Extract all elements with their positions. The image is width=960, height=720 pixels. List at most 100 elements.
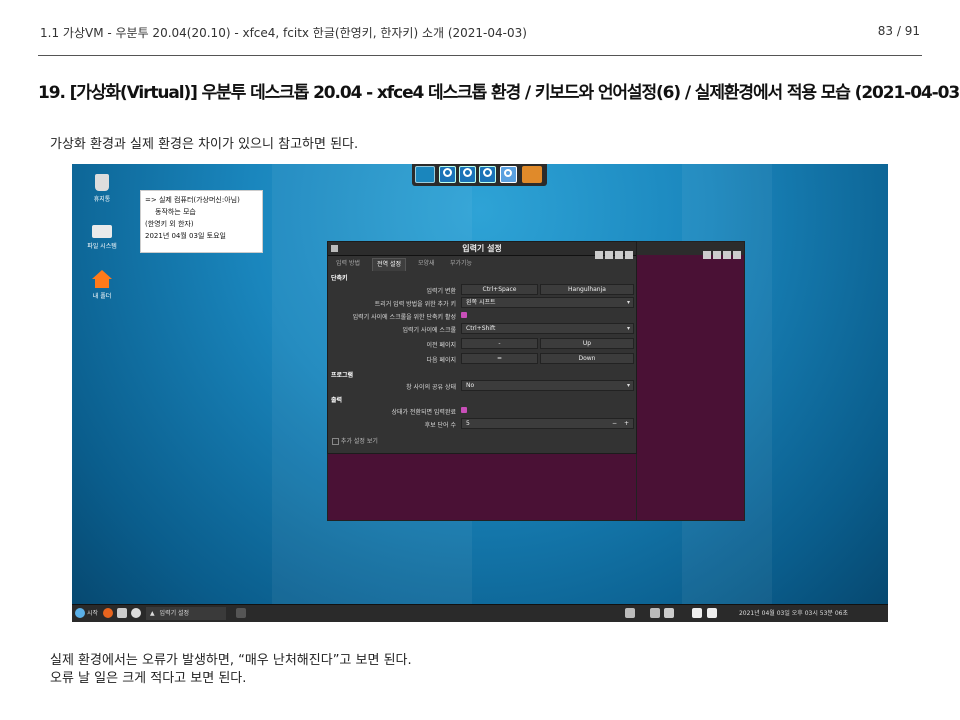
plus-icon[interactable]: + xyxy=(624,419,629,428)
chevron-down-icon: ▾ xyxy=(626,325,630,332)
desktop-icon-home[interactable]: 내 폴더 xyxy=(72,270,132,300)
chevron-down-icon: ▾ xyxy=(626,299,630,306)
tab-global-settings[interactable]: 전역 설정 xyxy=(372,258,406,271)
dialog-title: 입력기 설정 xyxy=(462,244,502,253)
window-button-icon[interactable] xyxy=(703,251,711,259)
close-icon[interactable] xyxy=(733,251,741,259)
outro-text: 실제 환경에서는 오류가 발생하면, “매우 난처해진다”고 보면 된다. 오류… xyxy=(50,652,412,688)
scroll-select[interactable]: Ctrl+Shift ▾ xyxy=(461,323,634,334)
keyboard-icon: ▲ xyxy=(150,610,155,617)
section-output: 출력 xyxy=(331,397,343,404)
desktop-icon[interactable] xyxy=(415,166,435,183)
label-candidates: 후보 단어 수 xyxy=(424,422,456,429)
keyboard-tray-icon[interactable] xyxy=(650,608,660,618)
hotkey-button[interactable]: Hangulhanja xyxy=(540,284,634,295)
window-button-icon[interactable] xyxy=(723,251,731,259)
app-icon[interactable] xyxy=(131,608,141,618)
candidate-count-stepper[interactable]: 5 − + xyxy=(461,418,634,429)
background-window-bottom xyxy=(327,454,637,521)
magnifier-icon xyxy=(504,169,512,177)
taskbar-window-button[interactable]: ▲ 입력기 설정 xyxy=(146,607,226,620)
tab-input-method[interactable]: 입력 방법 xyxy=(332,258,364,270)
label-prev-page: 이전 페이지 xyxy=(426,342,456,349)
checkbox-icon xyxy=(332,438,339,445)
label-enable-scroll: 입력기 사이에 스크롤을 위한 단축키 활성 xyxy=(352,314,456,321)
note-line: 동작하는 모습 xyxy=(155,208,196,216)
select-value: Ctrl+Shift xyxy=(466,325,496,332)
hotkey-button[interactable]: - xyxy=(461,338,538,349)
search-icon[interactable] xyxy=(500,166,517,183)
taskbar: 시작 ▲ 입력기 설정 2021년 04월 03일 오후 03시 53분 06초 xyxy=(72,604,888,622)
select-value: No xyxy=(466,382,475,389)
intro-text: 가상화 환경과 실제 환경은 차이가 있으니 참고하면 된다. xyxy=(50,137,359,152)
desktop-screenshot: 휴지통 파일 시스템 내 폴더 => 실제 컴퓨터(가상머신:아님) 동작하는 … xyxy=(72,164,888,622)
clipboard-icon[interactable] xyxy=(664,608,674,618)
label-trigger: 트리거 입력 방법을 위한 추가 키 xyxy=(374,301,456,308)
note-line: (한영키 외 한자) xyxy=(145,220,194,228)
section-program: 프로그램 xyxy=(331,372,354,379)
top-dock xyxy=(412,164,547,186)
drive-icon xyxy=(92,225,112,238)
enable-scroll-checkbox[interactable] xyxy=(461,312,467,318)
volume-icon[interactable] xyxy=(692,608,702,618)
trigger-select[interactable]: 왼쪽 시프트 ▾ xyxy=(461,297,634,308)
window-button-icon[interactable] xyxy=(713,251,721,259)
gear-icon xyxy=(463,168,472,177)
firefox-icon[interactable] xyxy=(103,608,113,618)
share-state-select[interactable]: No ▾ xyxy=(461,380,634,391)
dialog-titlebar: 입력기 설정 xyxy=(328,242,636,259)
note-line: 2021년 04월 03일 토요일 xyxy=(145,232,226,240)
label-toggle: 입력기 변환 xyxy=(426,288,456,295)
label-share-state: 창 사이의 공유 상태 xyxy=(406,384,456,391)
taskbar-clock: 2021년 04월 03일 오후 03시 53분 06초 xyxy=(738,610,848,617)
gear-icon xyxy=(483,168,492,177)
home-folder-icon xyxy=(92,270,112,279)
label-commit: 상태가 전환되면 입력완료 xyxy=(391,409,456,416)
note-line: => 실제 컴퓨터(가상머신:아님) xyxy=(145,196,240,204)
background-window-titlebar xyxy=(636,242,744,259)
taskbar-window-label: 입력기 설정 xyxy=(159,610,190,617)
hotkey-button[interactable]: Down xyxy=(540,353,634,364)
minus-icon[interactable]: − xyxy=(612,419,617,428)
outro-line: 오류 날 일은 크게 적다고 보면 된다. xyxy=(50,671,247,686)
trash-icon xyxy=(95,174,109,191)
page-header: 1.1 가상VM - 우분투 20.04(20.10) - xfce4, fci… xyxy=(40,24,920,44)
page-number: 83 / 91 xyxy=(877,24,920,38)
tab-appearance[interactable]: 모양새 xyxy=(414,258,439,270)
advanced-label: 추가 설정 보기 xyxy=(340,438,378,445)
desktop-icon-trash[interactable]: 휴지통 xyxy=(72,174,132,203)
display-icon[interactable] xyxy=(625,608,635,618)
desktop-icon-filesystem[interactable]: 파일 시스템 xyxy=(72,222,132,250)
notification-bell-icon[interactable] xyxy=(707,608,717,618)
header-title: 1.1 가상VM - 우분투 20.04(20.10) - xfce4, fci… xyxy=(40,26,527,40)
gear-icon xyxy=(443,168,452,177)
input-method-dialog: 입력기 설정 입력 방법 전역 설정 모양새 부가기능 단축키 입력기 변환 C… xyxy=(327,241,637,454)
desktop-icon-label: 파일 시스템 xyxy=(87,243,117,250)
settings-icon[interactable] xyxy=(439,166,456,183)
dialog-tabs: 입력 방법 전역 설정 모양새 부가기능 xyxy=(328,256,636,271)
advanced-toggle[interactable]: 추가 설정 보기 xyxy=(332,436,378,445)
outro-line: 실제 환경에서는 오류가 발생하면, “매우 난처해진다”고 보면 된다. xyxy=(50,653,412,668)
section-title: 19. [가상화(Virtual)] 우분투 데스크톱 20.04 - xfce… xyxy=(38,83,960,103)
start-label[interactable]: 시작 xyxy=(87,607,98,620)
sticky-note: => 실제 컴퓨터(가상머신:아님) 동작하는 모습 (한영키 외 한자) 20… xyxy=(140,190,263,253)
folder-icon[interactable] xyxy=(522,166,542,183)
settings-icon[interactable] xyxy=(459,166,476,183)
background-window xyxy=(635,241,745,521)
desktop-icon-label: 휴지통 xyxy=(93,196,111,203)
select-value: 왼쪽 시프트 xyxy=(466,299,496,306)
commit-checkbox[interactable] xyxy=(461,407,467,413)
label-next-page: 다음 페이지 xyxy=(426,357,456,364)
workspace-icon[interactable] xyxy=(236,608,246,618)
start-menu-icon[interactable] xyxy=(75,608,85,618)
label-scroll: 입력기 사이에 스크롤 xyxy=(402,327,457,334)
hotkey-button[interactable]: Ctrl+Space xyxy=(461,284,538,295)
terminal-icon[interactable] xyxy=(117,608,127,618)
tab-addons[interactable]: 부가기능 xyxy=(446,258,476,270)
stepper-value: 5 xyxy=(466,420,470,427)
hotkey-button[interactable]: Up xyxy=(540,338,634,349)
hotkey-button[interactable]: = xyxy=(461,353,538,364)
home-folder-icon-body xyxy=(95,279,109,288)
chevron-down-icon: ▾ xyxy=(626,382,630,389)
settings-icon[interactable] xyxy=(479,166,496,183)
